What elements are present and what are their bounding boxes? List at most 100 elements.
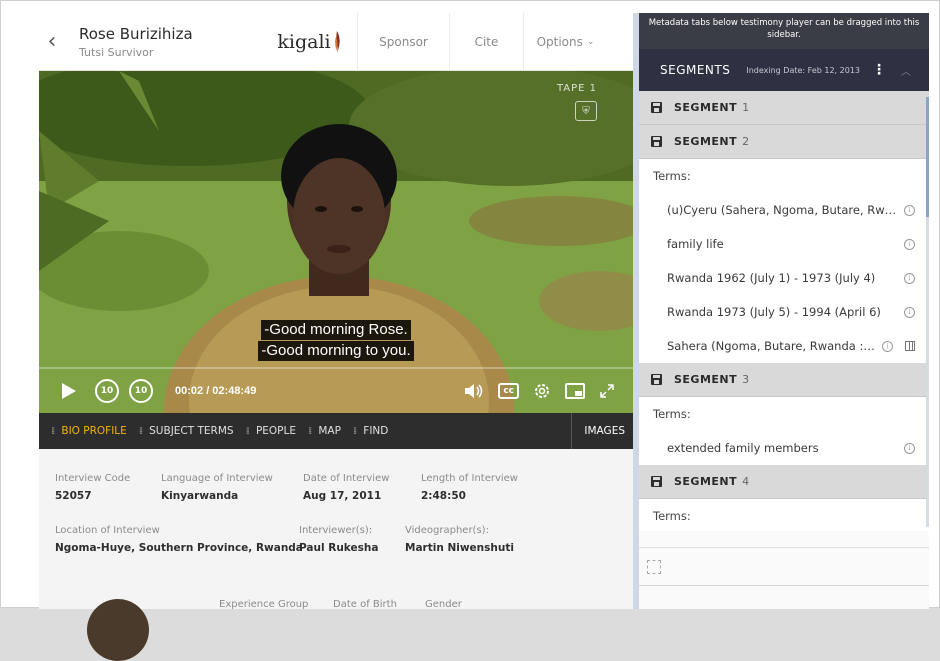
term-text: (u)Cyeru (Sahera, Ngoma, Butare, Rwa... bbox=[667, 203, 898, 217]
progress-bar[interactable] bbox=[39, 367, 633, 369]
fullscreen-button[interactable] bbox=[599, 383, 615, 399]
sponsor-button[interactable]: Sponsor bbox=[357, 12, 449, 71]
segment-3[interactable]: SEGMENT 3 bbox=[639, 363, 929, 397]
captions-button[interactable]: cc bbox=[498, 383, 519, 399]
settings-button[interactable] bbox=[533, 382, 551, 400]
field-label: Videographer(s): bbox=[405, 525, 489, 536]
chevron-left-icon: ‹ bbox=[47, 29, 57, 54]
field-label: Gender bbox=[425, 599, 462, 610]
player-controls: 10 10 00:02 / 02:48:49 cc bbox=[39, 373, 633, 409]
field-value: Paul Rukesha bbox=[299, 542, 379, 554]
gear-icon bbox=[535, 384, 549, 398]
video-player[interactable]: TAPE 1 ⛨ -Good morning Rose. -Good morni… bbox=[39, 71, 633, 413]
subtitle-line-1: -Good morning Rose. bbox=[261, 320, 411, 340]
field-value: 52057 bbox=[55, 490, 92, 502]
segment-number: 1 bbox=[742, 101, 750, 114]
flame-icon bbox=[334, 30, 340, 53]
save-icon bbox=[651, 374, 662, 385]
segment-number: 3 bbox=[742, 373, 750, 386]
field-label: Location of Interview bbox=[55, 525, 160, 536]
segment-4[interactable]: SEGMENT 4 bbox=[639, 465, 929, 499]
play-button[interactable] bbox=[51, 382, 87, 400]
field-value: Kinyarwanda bbox=[161, 490, 239, 502]
term-item[interactable]: family life i bbox=[639, 227, 929, 261]
pip-button[interactable] bbox=[565, 383, 585, 399]
info-icon[interactable]: i bbox=[904, 272, 915, 284]
drop-target-icon bbox=[647, 560, 661, 574]
interviewers-field: Interviewer(s): Paul Rukesha bbox=[299, 525, 378, 554]
field-value: Aug 17, 2011 bbox=[303, 490, 382, 502]
segment-number: 2 bbox=[742, 135, 750, 148]
field-label: Date of Interview bbox=[303, 473, 390, 484]
options-label: Options bbox=[536, 34, 583, 49]
logo-text: kigali bbox=[277, 30, 331, 53]
volume-button[interactable] bbox=[464, 383, 484, 399]
segments-list: SEGMENT 1 SEGMENT 2 Terms: (u)Cyeru (Sah… bbox=[639, 91, 929, 531]
videographers-field: Videographer(s): Martin Niwenshuti bbox=[405, 525, 514, 554]
save-icon bbox=[651, 476, 662, 487]
back-button[interactable]: ‹ bbox=[39, 13, 65, 71]
term-text: extended family members bbox=[667, 441, 819, 455]
subtitles: -Good morning Rose. -Good morning to you… bbox=[39, 319, 633, 361]
app-frame: ‹ Rose Burizihiza Tutsi Survivor kigali … bbox=[0, 0, 940, 661]
term-item[interactable]: Sahera (Ngoma, Butare, Rwanda : ... i bbox=[639, 329, 929, 363]
segments-scrollbar[interactable] bbox=[926, 97, 929, 527]
segment-1[interactable]: SEGMENT 1 bbox=[639, 91, 929, 125]
play-icon bbox=[62, 383, 76, 399]
term-item[interactable]: extended family members i bbox=[639, 431, 929, 465]
terms-label: Terms: bbox=[639, 397, 929, 431]
kigali-logo[interactable]: kigali bbox=[261, 13, 357, 71]
map-icon[interactable] bbox=[905, 341, 915, 351]
terms-label: Terms: bbox=[639, 159, 929, 193]
person-role: Tutsi Survivor bbox=[79, 45, 154, 59]
field-value: Ngoma-Huye, Southern Province, Rwanda bbox=[55, 542, 303, 554]
info-icon[interactable]: i bbox=[904, 204, 915, 216]
length-field: Length of Interview 2:48:50 bbox=[421, 473, 518, 502]
save-icon bbox=[651, 136, 662, 147]
info-icon[interactable]: i bbox=[882, 340, 893, 352]
term-item[interactable]: (u)Cyeru (Sahera, Ngoma, Butare, Rwa... … bbox=[639, 193, 929, 227]
tape-label: TAPE 1 bbox=[556, 83, 597, 94]
location-field: Location of Interview Ngoma-Huye, Southe… bbox=[55, 525, 303, 554]
tab-images[interactable]: IMAGES bbox=[571, 413, 633, 449]
drag-handle-icon: ⁞⁞ bbox=[307, 425, 313, 437]
cite-label: Cite bbox=[474, 34, 499, 49]
volume-icon bbox=[465, 384, 483, 398]
tab-bio-profile[interactable]: ⁞⁞ BIO PROFILE bbox=[51, 425, 127, 437]
info-icon[interactable]: i bbox=[904, 306, 915, 318]
sponsor-label: Sponsor bbox=[379, 34, 428, 49]
info-icon[interactable]: i bbox=[904, 442, 915, 454]
chevron-up-icon[interactable]: ︿ bbox=[901, 63, 911, 78]
scrollbar-thumb[interactable] bbox=[926, 97, 929, 217]
tab-find[interactable]: ⁞⁞ FIND bbox=[353, 425, 388, 437]
term-text: Sahera (Ngoma, Butare, Rwanda : ... bbox=[667, 339, 876, 353]
tab-map[interactable]: ⁞⁞ MAP bbox=[308, 425, 341, 437]
tab-label: MAP bbox=[318, 425, 341, 437]
cite-button[interactable]: Cite bbox=[449, 12, 523, 71]
tab-people[interactable]: ⁞⁞ PEOPLE bbox=[246, 425, 296, 437]
term-item[interactable]: Rwanda 1962 (July 1) - 1973 (July 4) i bbox=[639, 261, 929, 295]
sidebar: Metadata tabs below testimony player can… bbox=[639, 13, 929, 609]
save-icon bbox=[651, 102, 662, 113]
player-controls-right: cc bbox=[464, 382, 615, 400]
segment-number: 4 bbox=[742, 475, 750, 488]
tab-subject-terms[interactable]: ⁞⁞ SUBJECT TERMS bbox=[139, 425, 234, 437]
rewind-10-button[interactable]: 10 bbox=[95, 379, 119, 403]
main-panel: ‹ Rose Burizihiza Tutsi Survivor kigali … bbox=[39, 12, 633, 661]
term-text: family life bbox=[667, 237, 724, 251]
sidebar-drop-zone[interactable] bbox=[639, 547, 929, 609]
options-dropdown[interactable]: Options ⌄ bbox=[523, 12, 607, 71]
field-label: Interview Code bbox=[55, 473, 131, 484]
gender-field: Gender bbox=[425, 599, 462, 610]
segment-label: SEGMENT bbox=[674, 101, 738, 114]
header-bar: ‹ Rose Burizihiza Tutsi Survivor kigali … bbox=[39, 12, 633, 71]
forward-10-button[interactable]: 10 bbox=[129, 379, 153, 403]
rewind-icon: 10 bbox=[100, 386, 114, 396]
segment-2[interactable]: SEGMENT 2 bbox=[639, 125, 929, 159]
term-text: Rwanda 1962 (July 1) - 1973 (July 4) bbox=[667, 271, 876, 285]
term-item[interactable]: Rwanda 1973 (July 5) - 1994 (April 6) i bbox=[639, 295, 929, 329]
info-icon[interactable]: i bbox=[904, 238, 915, 250]
language-field: Language of Interview Kinyarwanda bbox=[161, 473, 273, 502]
sidebar-tip: Metadata tabs below testimony player can… bbox=[639, 13, 929, 49]
kebab-menu-icon[interactable]: ⋮ bbox=[872, 62, 886, 78]
